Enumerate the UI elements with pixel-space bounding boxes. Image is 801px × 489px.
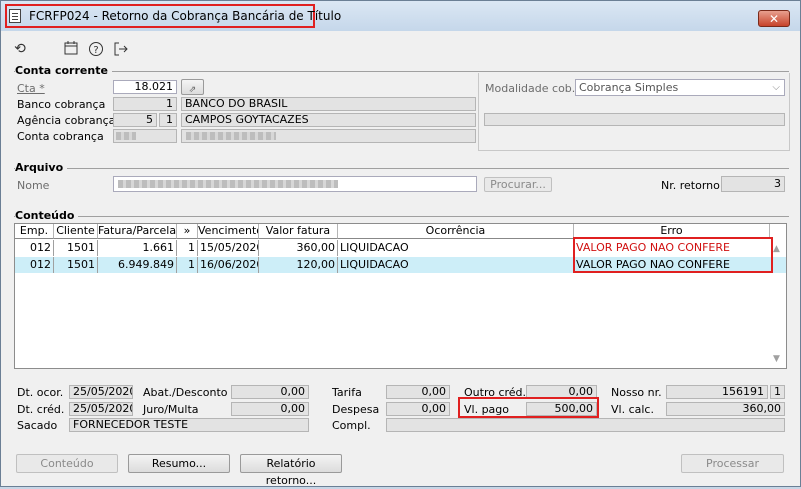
- tarifa-field: 0,00: [386, 385, 450, 399]
- modalidade-value: Cobrança Simples: [579, 81, 679, 94]
- vl-pago-highlight-box: [458, 397, 599, 418]
- conteudo-button[interactable]: Conteúdo: [16, 454, 118, 473]
- procurar-button[interactable]: Procurar...: [484, 177, 552, 192]
- agencia-code-field: 5: [113, 113, 157, 127]
- redacted-mark: [118, 180, 338, 188]
- modalidade-label: Modalidade cob.*: [485, 82, 581, 95]
- nosso-nr-digit-field: 1: [770, 385, 785, 399]
- cell-emp: 012: [15, 257, 54, 273]
- cta-field[interactable]: 18.021: [113, 80, 177, 94]
- redacted-mark: [186, 132, 276, 140]
- help-icon[interactable]: ?: [88, 41, 104, 57]
- cell-vencimento: 15/05/2020: [200, 240, 259, 256]
- nome-label: Nome: [17, 179, 50, 192]
- cell-fatura: 6.949.849: [98, 257, 177, 273]
- main-window: FCRFP024 - Retorno da Cobrança Bancária …: [0, 0, 801, 487]
- relatorio-retorno-button[interactable]: Relatório retorno...: [240, 454, 342, 487]
- compl-field: [386, 418, 785, 432]
- scroll-down-icon[interactable]: ▼: [773, 354, 780, 364]
- exit-icon[interactable]: [113, 41, 129, 57]
- cell-parcela: 1: [177, 240, 198, 256]
- nr-retorno-field: 3: [721, 176, 785, 192]
- conta-cobranca-name-field: [181, 129, 476, 143]
- col-header-emp[interactable]: Emp.: [15, 224, 54, 239]
- document-icon: [9, 9, 21, 23]
- col-header-cliente[interactable]: Cliente: [54, 224, 98, 239]
- compl-label: Compl.: [332, 419, 371, 432]
- conta-cobranca-label: Conta cobrança: [17, 130, 104, 143]
- nosso-nr-field: 156191: [666, 385, 768, 399]
- cell-ocorrencia: LIQUIDACAO: [338, 257, 574, 273]
- chevron-down-icon: ⌵: [772, 82, 780, 93]
- abat-field: 0,00: [231, 385, 309, 399]
- arquivo-title: Arquivo: [15, 161, 68, 174]
- juro-field: 0,00: [231, 402, 309, 416]
- cell-vencimento: 16/06/2020: [200, 257, 259, 273]
- cell-ocorrencia: LIQUIDACAO: [338, 240, 574, 256]
- dt-ocor-field: 25/05/2020: [69, 385, 133, 399]
- conta-corrente-title: Conta corrente: [15, 64, 112, 77]
- cell-cliente: 1501: [54, 240, 98, 256]
- scroll-up-icon[interactable]: ▲: [773, 244, 780, 254]
- sacado-field: FORNECEDOR TESTE: [69, 418, 309, 432]
- col-header-vencimento[interactable]: Vencimento: [198, 224, 259, 239]
- cell-valor: 360,00: [259, 240, 338, 256]
- col-header-fatura[interactable]: Fatura/Parcela: [98, 224, 177, 239]
- abat-label: Abat./Desconto: [143, 386, 228, 399]
- col-header-valor[interactable]: Valor fatura: [259, 224, 338, 239]
- cell-parcela: 1: [177, 257, 198, 273]
- nome-field[interactable]: [113, 176, 477, 192]
- calendar-icon[interactable]: [63, 41, 79, 57]
- tarifa-label: Tarifa: [332, 386, 362, 399]
- redacted-mark: [116, 132, 136, 140]
- modalidade-select[interactable]: Cobrança Simples ⌵: [575, 79, 785, 96]
- banco-name-field: BANCO DO BRASIL: [181, 97, 476, 111]
- close-button[interactable]: ✕: [758, 10, 790, 27]
- arquivo-separator: [14, 168, 789, 169]
- refresh-icon[interactable]: ⟲: [12, 41, 28, 57]
- processar-button[interactable]: Processar: [681, 454, 784, 473]
- conteudo-title: Conteúdo: [15, 209, 79, 222]
- cta-label: Cta *: [17, 82, 45, 95]
- nr-retorno-label: Nr. retorno: [661, 179, 720, 192]
- despesa-field: 0,00: [386, 402, 450, 416]
- cell-valor: 120,00: [259, 257, 338, 273]
- lookup-icon: ⇗: [188, 85, 197, 95]
- despesa-label: Despesa: [332, 403, 380, 416]
- cta-lookup-button[interactable]: ⇗: [181, 79, 204, 95]
- dt-cred-label: Dt. créd.: [17, 403, 65, 416]
- col-header-parcela[interactable]: »: [177, 224, 198, 239]
- conta-corrente-separator: [14, 71, 789, 72]
- sacado-label: Sacado: [17, 419, 58, 432]
- modalidade-extra-field: [484, 113, 785, 126]
- conta-cobranca-field: [113, 129, 177, 143]
- agencia-name-field: CAMPOS GOYTACAZES: [181, 113, 476, 127]
- cell-cliente: 1501: [54, 257, 98, 273]
- title-bar: FCRFP024 - Retorno da Cobrança Bancária …: [1, 1, 800, 31]
- cell-emp: 012: [15, 240, 54, 256]
- cell-fatura: 1.661: [98, 240, 177, 256]
- vl-calc-field: 360,00: [666, 402, 785, 416]
- dt-cred-field: 25/05/2020: [69, 402, 133, 416]
- agencia-label: Agência cobrança: [17, 114, 116, 127]
- svg-text:?: ?: [93, 45, 98, 56]
- dt-ocor-label: Dt. ocor.: [17, 386, 64, 399]
- nosso-nr-label: Nosso nr.: [611, 386, 662, 399]
- vl-calc-label: Vl. calc.: [611, 403, 654, 416]
- banco-label: Banco cobrança: [17, 98, 106, 111]
- agencia-digit-field: 1: [159, 113, 177, 127]
- col-header-ocorrencia[interactable]: Ocorrência: [338, 224, 574, 239]
- conteudo-separator: [14, 216, 789, 217]
- banco-code-field: 1: [113, 97, 177, 111]
- resumo-button[interactable]: Resumo...: [128, 454, 230, 473]
- window-title: FCRFP024 - Retorno da Cobrança Bancária …: [29, 9, 342, 23]
- erro-highlight-box: [573, 237, 773, 273]
- juro-label: Juro/Multa: [143, 403, 199, 416]
